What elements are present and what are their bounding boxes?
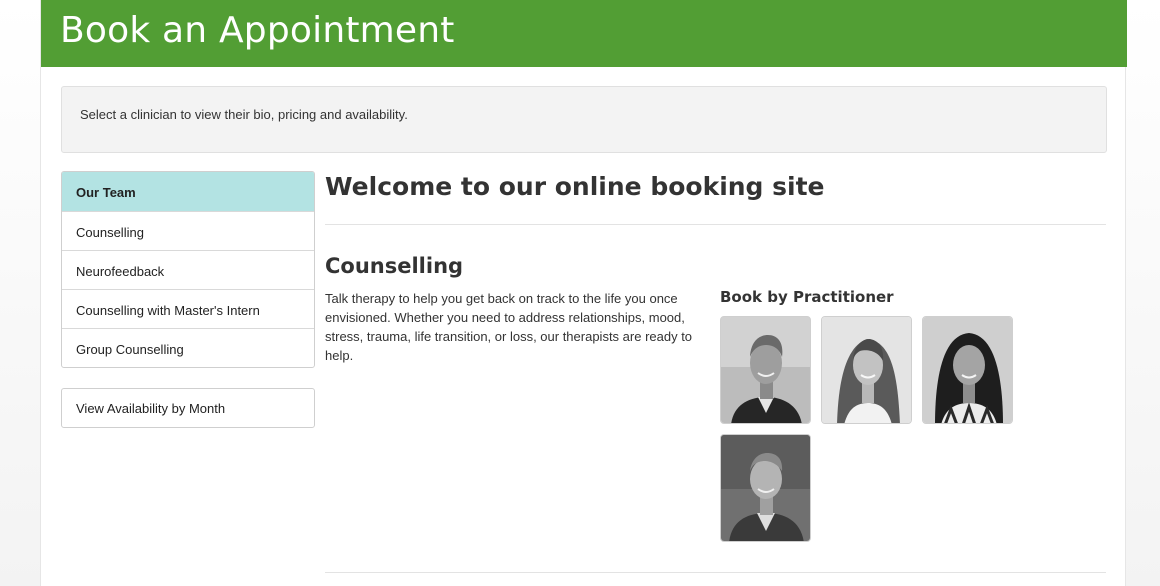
divider [325, 224, 1106, 225]
header-banner: Book an Appointment [41, 0, 1127, 67]
practitioner-heading: Book by Practitioner [720, 288, 894, 306]
sidebar-item-group-counselling[interactable]: Group Counselling [62, 328, 314, 367]
sidebar-item-our-team[interactable]: Our Team [62, 172, 314, 211]
page-container: Book an Appointment Select a clinician t… [40, 0, 1127, 586]
divider [325, 572, 1106, 573]
notice-text: Select a clinician to view their bio, pr… [80, 107, 408, 122]
sidebar-item-neurofeedback[interactable]: Neurofeedback [62, 250, 314, 289]
practitioner-photo-4[interactable] [720, 434, 811, 542]
view-availability-button[interactable]: View Availability by Month [61, 388, 315, 428]
info-notice: Select a clinician to view their bio, pr… [61, 86, 1107, 153]
sidebar-nav: Our Team Counselling Neurofeedback Couns… [61, 171, 315, 368]
practitioner-photo-1[interactable] [720, 316, 811, 424]
section-heading: Counselling [325, 254, 464, 278]
main-heading: Welcome to our online booking site [325, 172, 825, 201]
section-description: Talk therapy to help you get back on tra… [325, 291, 693, 363]
practitioner-photo-3[interactable] [922, 316, 1013, 424]
sidebar-item-counselling-intern[interactable]: Counselling with Master's Intern [62, 289, 314, 328]
sidebar-item-counselling[interactable]: Counselling [62, 211, 314, 250]
page-title: Book an Appointment [60, 10, 455, 51]
practitioner-photo-2[interactable] [821, 316, 912, 424]
